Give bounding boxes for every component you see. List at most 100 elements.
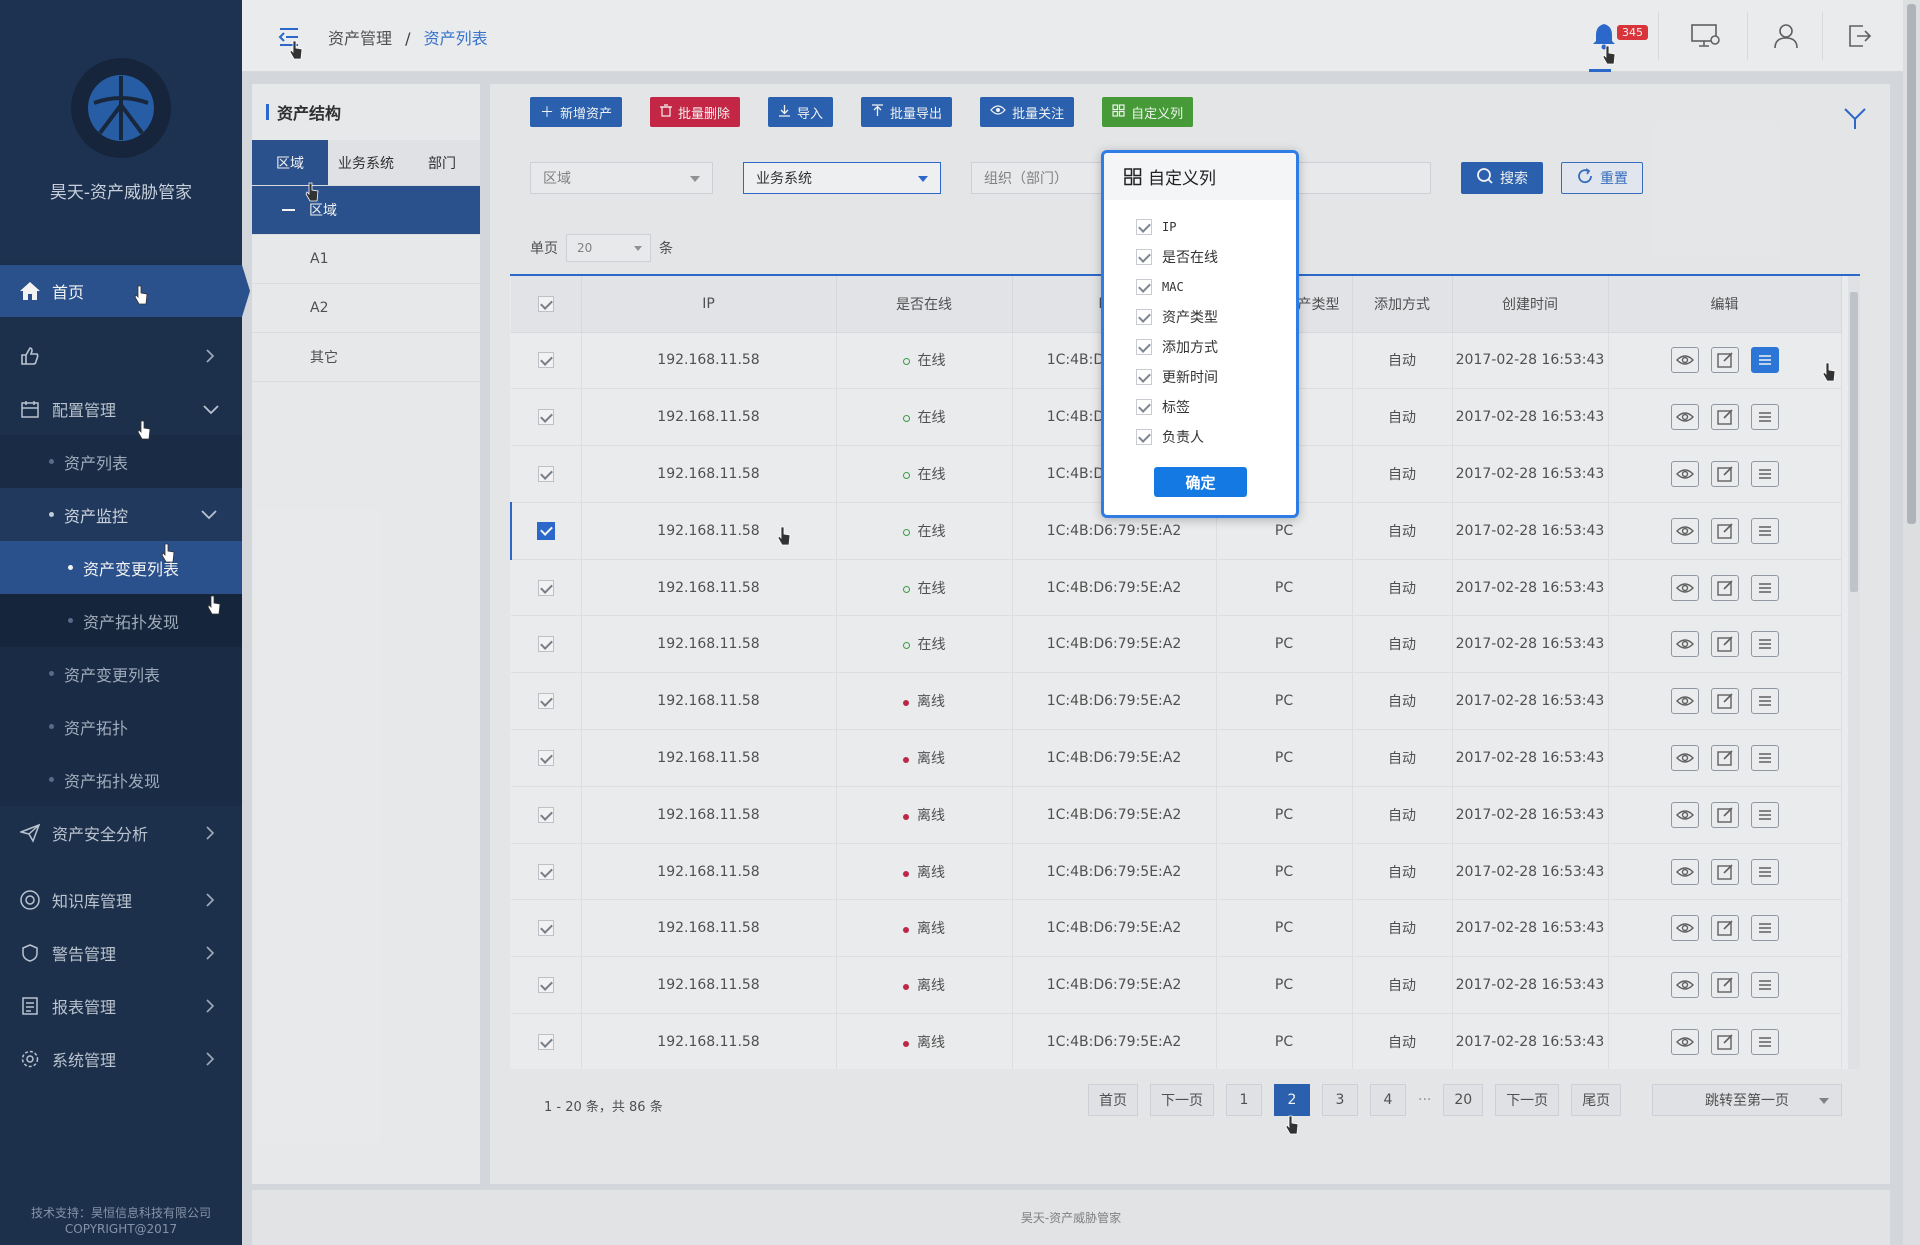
row-checkbox-cell[interactable] (511, 388, 582, 447)
row-checkbox[interactable] (537, 977, 554, 994)
row-checkbox-cell[interactable] (511, 729, 582, 787)
view-icon[interactable] (1670, 801, 1699, 828)
more-menu-icon[interactable] (1750, 801, 1779, 828)
page-2-button[interactable]: 2 (1274, 1084, 1310, 1116)
tree-node-a2[interactable]: A2 (252, 284, 480, 333)
nav-asset-topology-discovery[interactable]: 资产拓扑发现 (0, 594, 242, 647)
view-icon[interactable] (1670, 517, 1699, 544)
next-page-button[interactable]: 下一页 (1495, 1084, 1560, 1116)
tree-node-other[interactable]: 其它 (252, 333, 480, 382)
tab-business-system[interactable]: 业务系统 (328, 140, 404, 185)
confirm-button[interactable]: 确定 (1154, 467, 1247, 497)
tree-node-root[interactable]: 区域 (252, 186, 480, 235)
view-icon[interactable] (1670, 404, 1699, 431)
view-icon[interactable] (1670, 1028, 1699, 1055)
column-option[interactable]: 添加方式 (1104, 332, 1296, 362)
last-page-button[interactable]: 尾页 (1571, 1084, 1622, 1116)
option-checkbox[interactable] (1136, 219, 1152, 235)
view-icon[interactable] (1670, 972, 1699, 999)
col-add-method[interactable]: 添加方式 (1352, 276, 1453, 333)
page-scrollbar[interactable] (1903, 0, 1920, 1245)
view-icon[interactable] (1670, 915, 1699, 942)
table-scrollbar[interactable] (1848, 276, 1860, 1069)
table-row[interactable]: 192.168.11.58 离线 1C:4B:D6:79:5E:A2 PC 自动 2017… (511, 729, 1842, 787)
row-checkbox-cell[interactable] (511, 445, 582, 503)
logout-icon[interactable] (1844, 20, 1876, 52)
custom-columns-button[interactable]: 自定义列 (1102, 97, 1194, 127)
option-checkbox[interactable] (1136, 309, 1152, 325)
more-menu-icon[interactable] (1750, 347, 1779, 374)
more-menu-icon[interactable] (1750, 972, 1779, 999)
table-row[interactable]: 192.168.11.58 离线 1C:4B:D6:79:5E:A2 PC 自动 2017… (511, 899, 1842, 958)
nav-asset-change-list-2[interactable]: 资产变更列表 (0, 647, 242, 700)
view-icon[interactable] (1670, 744, 1699, 771)
row-checkbox[interactable] (537, 920, 554, 937)
nav-system[interactable]: 系统管理 (0, 1032, 242, 1085)
view-icon[interactable] (1670, 460, 1699, 487)
batch-export-button[interactable]: 批量导出 (861, 97, 953, 127)
row-checkbox-cell[interactable] (511, 899, 582, 958)
row-checkbox[interactable] (537, 636, 554, 653)
row-checkbox-cell[interactable] (511, 843, 582, 901)
col-ip[interactable]: IP (581, 276, 837, 333)
more-menu-icon[interactable] (1750, 1028, 1779, 1055)
table-row[interactable]: 192.168.11.58 离线 1C:4B:D6:79:5E:A2 PC 自动 2017… (511, 843, 1842, 901)
option-checkbox[interactable] (1136, 279, 1152, 295)
edit-icon[interactable] (1710, 688, 1739, 715)
edit-icon[interactable] (1710, 347, 1739, 374)
page-20-button[interactable]: 20 (1443, 1084, 1484, 1116)
page-1-button[interactable]: 1 (1226, 1084, 1262, 1116)
search-button[interactable]: 搜索 (1461, 162, 1543, 194)
breadcrumb-parent[interactable]: 资产管理 (328, 29, 392, 48)
option-checkbox[interactable] (1136, 429, 1152, 445)
row-checkbox[interactable] (537, 863, 554, 880)
view-icon[interactable] (1670, 347, 1699, 374)
nav-report[interactable]: 报表管理 (0, 979, 242, 1032)
scrollbar-thumb[interactable] (1850, 292, 1858, 592)
view-icon[interactable] (1670, 631, 1699, 658)
option-checkbox[interactable] (1136, 339, 1152, 355)
more-menu-icon[interactable] (1750, 688, 1779, 715)
nav-asset-topology[interactable]: 资产拓扑 (0, 700, 242, 753)
nav-security-analysis[interactable]: 资产安全分析 (0, 806, 242, 859)
row-checkbox[interactable] (537, 1033, 554, 1050)
row-checkbox[interactable] (537, 465, 554, 482)
column-option[interactable]: 负责人 (1104, 422, 1296, 452)
table-row[interactable]: 192.168.11.58 离线 1C:4B:D6:79:5E:A2 PC 自动 2017… (511, 956, 1842, 1015)
row-checkbox[interactable] (537, 693, 554, 710)
edit-icon[interactable] (1710, 460, 1739, 487)
edit-icon[interactable] (1710, 744, 1739, 771)
row-checkbox-cell[interactable] (511, 956, 582, 1015)
user-icon[interactable] (1770, 20, 1802, 52)
page-scrollbar-thumb[interactable] (1907, 4, 1916, 524)
more-menu-icon[interactable] (1750, 631, 1779, 658)
edit-icon[interactable] (1710, 631, 1739, 658)
row-checkbox[interactable] (537, 806, 554, 823)
table-row[interactable]: 192.168.11.58 在线 1C:4B:D6:79:5E:A2PC自动2017… (511, 559, 1842, 617)
collapse-corner-icon[interactable] (1842, 106, 1868, 132)
column-option[interactable]: 更新时间 (1104, 362, 1296, 392)
col-created[interactable]: 创建时间 (1452, 276, 1609, 333)
row-checkbox-cell[interactable] (511, 332, 582, 390)
option-checkbox[interactable] (1136, 399, 1152, 415)
view-icon[interactable] (1670, 688, 1699, 715)
table-row[interactable]: 192.168.11.58 离线 1C:4B:D6:79:5E:A2 PC 自动 2017… (511, 672, 1842, 731)
column-option[interactable]: 是否在线 (1104, 242, 1296, 272)
more-menu-icon[interactable] (1750, 574, 1779, 601)
business-system-select[interactable]: 业务系统 (743, 162, 941, 194)
page-size-select[interactable]: 20 (566, 234, 651, 262)
tab-department[interactable]: 部门 (404, 140, 480, 185)
reset-button[interactable]: 重置 (1561, 162, 1643, 194)
nav-knowledge[interactable]: 知识库管理 (0, 873, 242, 926)
collapse-icon[interactable] (282, 209, 295, 211)
edit-icon[interactable] (1710, 574, 1739, 601)
nav-asset-monitor[interactable]: 资产监控 (0, 488, 242, 541)
column-option[interactable]: 标签 (1104, 392, 1296, 422)
more-menu-icon[interactable] (1750, 915, 1779, 942)
batch-follow-button[interactable]: 批量关注 (980, 97, 1075, 127)
row-checkbox[interactable] (537, 579, 554, 596)
table-row[interactable]: 192.168.11.58 离线 1C:4B:D6:79:5E:A2 PC 自动 2017… (511, 786, 1842, 844)
row-checkbox[interactable] (537, 352, 554, 369)
view-icon[interactable] (1670, 574, 1699, 601)
monitor-settings-icon[interactable] (1690, 20, 1722, 52)
